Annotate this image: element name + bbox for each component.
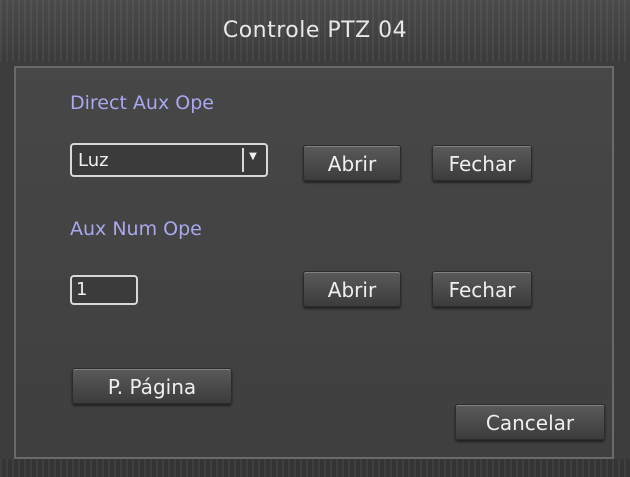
cancel-button[interactable]: Cancelar (455, 404, 605, 440)
aux-num-open-button[interactable]: Abrir (303, 271, 401, 307)
dialog-title: Controle PTZ 04 (222, 18, 408, 43)
direct-aux-select[interactable]: Luz ▼ (70, 143, 268, 177)
ptz-control-dialog: Controle PTZ 04 Direct Aux Ope Luz ▼ Abr… (0, 0, 630, 477)
direct-aux-label: Direct Aux Ope (70, 92, 214, 114)
aux-num-input[interactable]: 1 (70, 275, 138, 305)
chevron-down-icon[interactable]: ▼ (242, 148, 262, 172)
direct-aux-select-value: Luz (78, 150, 109, 171)
title-bar: Controle PTZ 04 (0, 0, 630, 62)
direct-aux-close-button[interactable]: Fechar (432, 145, 532, 181)
bottom-bar (0, 459, 630, 477)
aux-num-label: Aux Num Ope (70, 218, 202, 240)
page-button[interactable]: P. Página (72, 368, 232, 404)
aux-num-close-button[interactable]: Fechar (432, 271, 532, 307)
direct-aux-open-button[interactable]: Abrir (303, 145, 401, 181)
